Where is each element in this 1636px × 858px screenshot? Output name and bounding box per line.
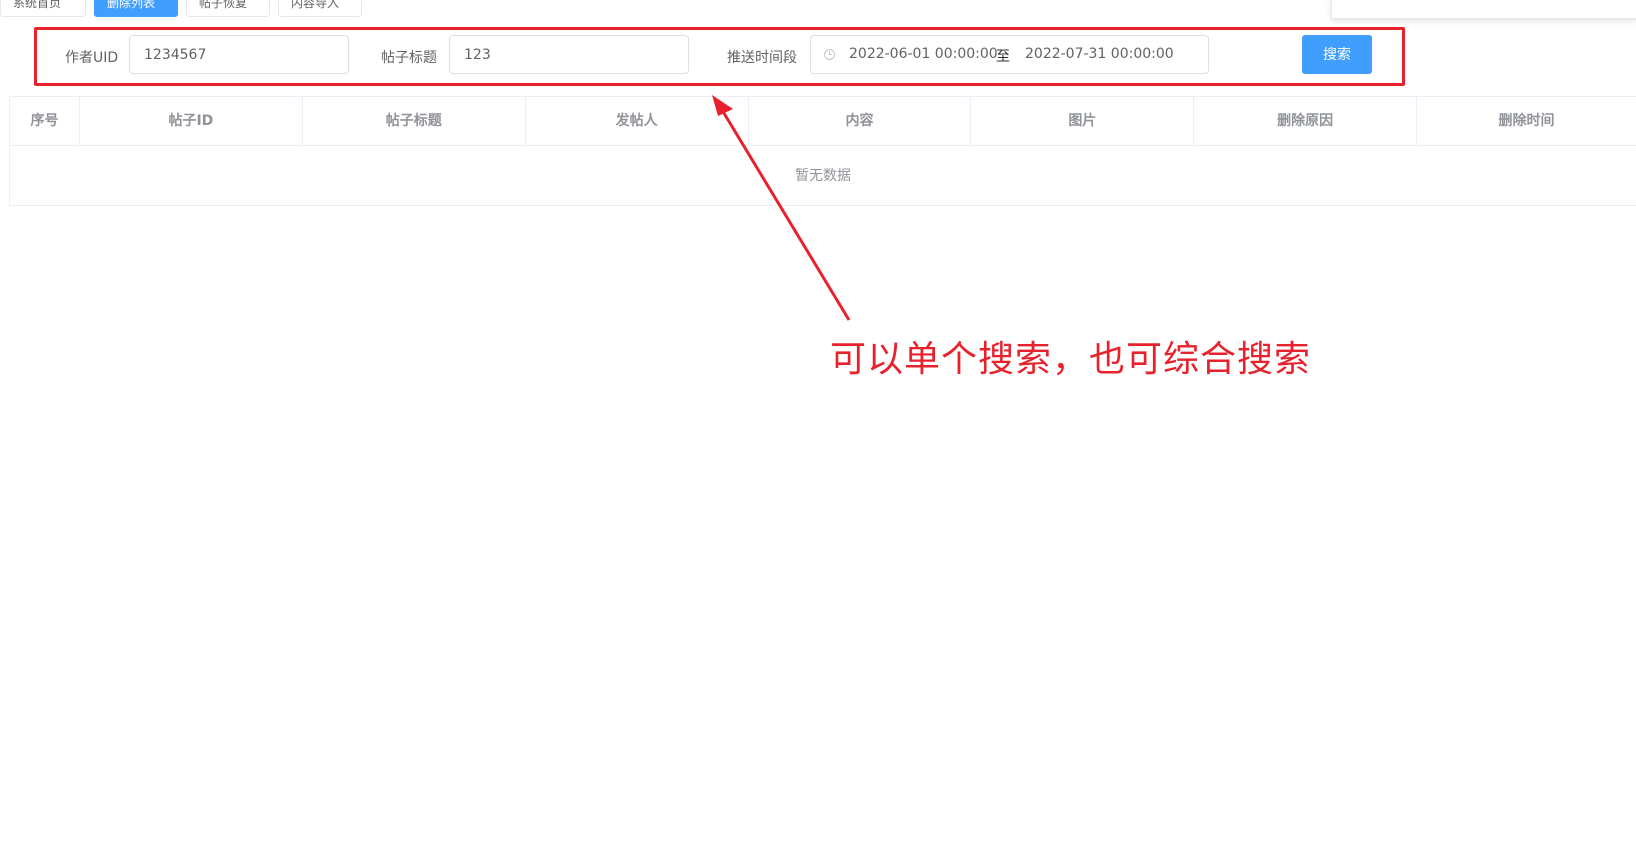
dropdown-panel (1331, 0, 1636, 19)
header-index: 序号 (10, 97, 80, 145)
tab-post-restore[interactable]: 帖子恢复 (186, 0, 270, 17)
header-delete-reason: 删除原因 (1194, 97, 1418, 145)
highlight-frame (34, 27, 1405, 86)
annotation-text: 可以单个搜索，也可综合搜索 (830, 339, 1312, 380)
tab-home[interactable]: 系统首页 (0, 0, 86, 17)
data-table: 序号 帖子ID 帖子标题 发帖人 内容 图片 删除原因 删除时间 暂无数据 (9, 96, 1636, 206)
header-post-id: 帖子ID (80, 97, 303, 145)
tab-delete-list[interactable]: 删除列表 (94, 0, 178, 17)
empty-state: 暂无数据 (795, 168, 851, 184)
page: 系统首页 删除列表 帖子恢复 内容导入 作者UID 帖子标题 推送时间段 202… (0, 0, 1636, 858)
table-header: 序号 帖子ID 帖子标题 发帖人 内容 图片 删除原因 删除时间 (10, 97, 1636, 146)
tab-content-import[interactable]: 内容导入 (278, 0, 362, 17)
header-author: 发帖人 (526, 97, 749, 145)
header-content: 内容 (749, 97, 972, 145)
tab-bar: 系统首页 删除列表 帖子恢复 内容导入 (0, 0, 362, 17)
header-delete-time: 删除时间 (1498, 113, 1555, 129)
header-image: 图片 (971, 97, 1195, 145)
header-post-title: 帖子标题 (303, 97, 526, 145)
